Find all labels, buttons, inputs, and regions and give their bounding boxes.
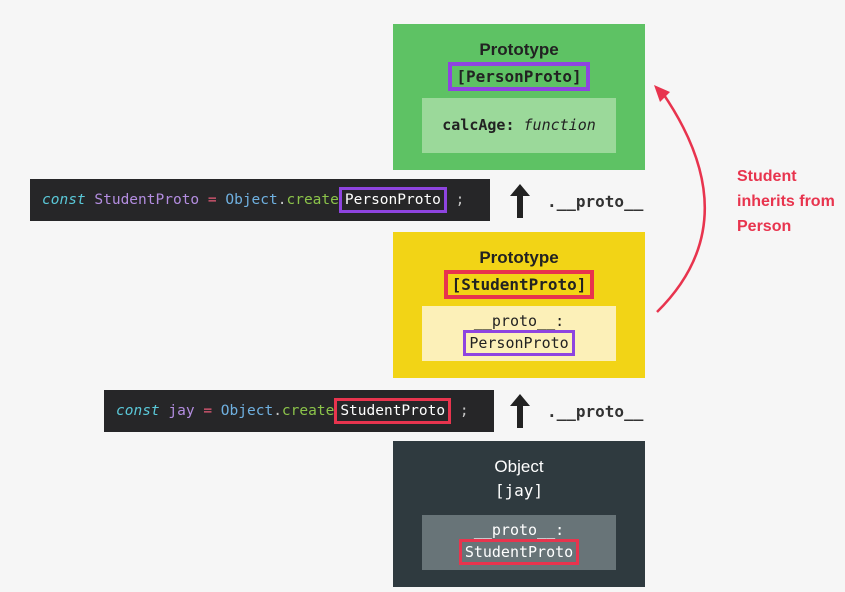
- property-value: StudentProto: [458, 539, 580, 565]
- box-title: Prototype: [479, 248, 559, 267]
- person-proto-box: Prototype [PersonProto] calcAge: functio…: [393, 24, 645, 170]
- code-argument: PersonProto: [338, 187, 447, 213]
- proto-link-label: .__proto__: [547, 402, 644, 421]
- property-name: calcAge:: [442, 116, 515, 134]
- property-name: __proto__:: [473, 521, 565, 539]
- code-dot: .: [273, 403, 282, 419]
- property-value: function: [523, 116, 596, 134]
- property-panel: __proto__: StudentProto: [422, 515, 616, 570]
- code-object: Object: [220, 403, 274, 419]
- arrow-up-icon: [510, 184, 530, 218]
- code-argument: StudentProto: [334, 398, 452, 424]
- code-object: Object: [225, 192, 278, 208]
- box-label: [PersonProto]: [448, 62, 590, 91]
- code-operator: =: [203, 403, 213, 419]
- property-panel: calcAge: function: [422, 98, 616, 153]
- property-panel: __proto__: PersonProto: [422, 306, 616, 361]
- code-line-student-proto: const StudentProto = Object.create Person…: [30, 179, 490, 221]
- code-line-jay: const jay = Object.create StudentProto ;: [104, 390, 494, 432]
- code-operator: =: [207, 192, 217, 208]
- arrow-up-icon: [510, 394, 530, 428]
- code-semicolon: ;: [455, 192, 465, 208]
- box-label: [jay]: [494, 481, 544, 500]
- property-value: PersonProto: [463, 330, 575, 356]
- inheritance-curved-arrow-icon: [654, 85, 706, 313]
- property-name: __proto__:: [473, 312, 565, 330]
- code-semicolon: ;: [459, 403, 469, 419]
- student-proto-box: Prototype [StudentProto] __proto__: Pers…: [393, 232, 645, 378]
- box-title: Object: [494, 457, 544, 476]
- code-keyword: const: [42, 192, 86, 208]
- code-variable: jay: [168, 403, 195, 419]
- code-keyword: const: [116, 403, 160, 419]
- code-variable: StudentProto: [94, 192, 200, 208]
- note-line: Person: [737, 218, 792, 235]
- note-line: inherits from: [737, 193, 835, 210]
- box-label: [StudentProto]: [443, 270, 595, 299]
- note-line: Student: [737, 168, 797, 185]
- inheritance-note: Student inherits from Person: [737, 164, 835, 239]
- proto-link-label: .__proto__: [547, 192, 644, 211]
- jay-object-box: Object [jay] __proto__: StudentProto: [393, 441, 645, 587]
- code-method: create: [286, 192, 339, 208]
- code-method: create: [281, 403, 335, 419]
- box-title: Prototype: [479, 40, 559, 59]
